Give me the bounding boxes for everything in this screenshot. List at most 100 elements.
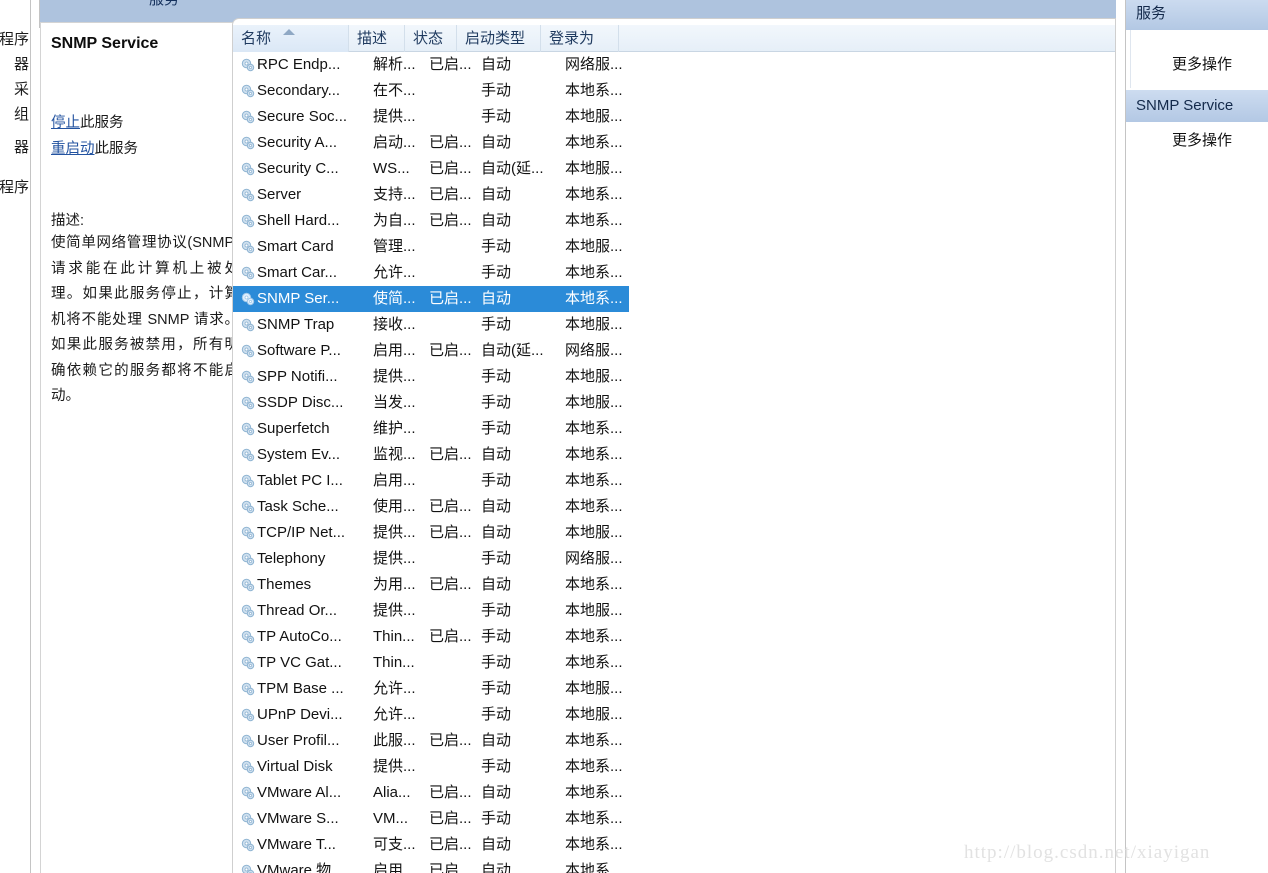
- table-row[interactable]: SNMP Trap 接收... 手动 本地服...: [233, 312, 1115, 338]
- table-row[interactable]: SSDP Disc... 当发... 手动 本地服...: [233, 390, 1115, 416]
- service-gear-icon: [241, 838, 255, 852]
- table-row[interactable]: TPM Base ... 允许... 手动 本地服...: [233, 676, 1115, 702]
- table-row[interactable]: Themes 为用... 已启... 自动 本地系...: [233, 572, 1115, 598]
- table-row[interactable]: TP AutoCo... Thin... 已启... 手动 本地系...: [233, 624, 1115, 650]
- service-detail-title: SNMP Service: [51, 35, 159, 52]
- cell-description: 提供...: [373, 550, 416, 567]
- table-row[interactable]: Smart Car... 允许... 手动 本地系...: [233, 260, 1115, 286]
- services-list-view[interactable]: 名称 描述 状态 启动类型 登录为 RPC Endp... 解析... 已启... 自…: [232, 18, 1116, 873]
- column-header-log-on-as[interactable]: 登录为: [541, 25, 619, 52]
- more-actions-snmp-service[interactable]: 更多操作: [1126, 126, 1268, 156]
- cell-log-on-as: 网络服...: [565, 550, 623, 567]
- table-row[interactable]: Software P... 启用... 已启... 自动(延... 网络服...: [233, 338, 1115, 364]
- table-row[interactable]: SPP Notifi... 提供... 手动 本地服...: [233, 364, 1115, 390]
- cell-description: Alia...: [373, 784, 411, 801]
- tree-node-fragment[interactable]: 采: [14, 82, 29, 97]
- cell-log-on-as: 本地系...: [565, 446, 623, 463]
- tree-node-fragment[interactable]: 程序: [0, 180, 29, 195]
- cell-startup-type: 手动: [481, 108, 512, 125]
- cell-name: VMware T...: [257, 836, 336, 853]
- tree-node-fragment[interactable]: 器: [14, 140, 29, 155]
- table-row[interactable]: Security A... 启动... 已启... 自动 本地系...: [233, 130, 1115, 156]
- table-row[interactable]: Tablet PC I... 启用... 手动 本地系...: [233, 468, 1115, 494]
- cell-status: 已启...: [429, 836, 472, 853]
- cell-status: 已启...: [429, 628, 472, 645]
- cell-name: Superfetch: [257, 420, 330, 437]
- column-header-startup-type[interactable]: 启动类型: [457, 25, 541, 52]
- cell-description: 启用...: [373, 472, 416, 489]
- table-row[interactable]: Shell Hard... 为自... 已启... 自动 本地系...: [233, 208, 1115, 234]
- cell-log-on-as: 本地服...: [565, 706, 623, 723]
- table-row[interactable]: TP VC Gat... Thin... 手动 本地系...: [233, 650, 1115, 676]
- cell-name: SSDP Disc...: [257, 394, 344, 411]
- table-row[interactable]: TCP/IP Net... 提供... 已启... 自动 本地服...: [233, 520, 1115, 546]
- column-header-description[interactable]: 描述: [349, 25, 405, 52]
- more-actions-services[interactable]: 更多操作: [1126, 50, 1268, 80]
- service-gear-icon: [241, 604, 255, 618]
- console-tree-strip[interactable]: 程序 器 采 组 器 程序: [0, 0, 31, 873]
- cell-name: Security C...: [257, 160, 339, 177]
- description-label: 描述:: [51, 213, 85, 229]
- cell-log-on-as: 本地系...: [565, 810, 623, 827]
- cell-status: 已启...: [429, 810, 472, 827]
- table-row[interactable]: RPC Endp... 解析... 已启... 自动 网络服...: [233, 52, 1115, 78]
- table-row[interactable]: Server 支持... 已启... 自动 本地系...: [233, 182, 1115, 208]
- cell-log-on-as: 本地系...: [565, 576, 623, 593]
- table-row[interactable]: VMware 物... 启用... 已启... 自动 本地系...: [233, 858, 1115, 873]
- cell-startup-type: 手动: [481, 654, 512, 671]
- cell-log-on-as: 本地服...: [565, 524, 623, 541]
- service-gear-icon: [241, 162, 255, 176]
- column-header-status[interactable]: 状态: [405, 25, 457, 52]
- table-row-selected[interactable]: SNMP Ser... 使简... 已启... 自动 本地系...: [233, 286, 629, 312]
- cell-startup-type: 手动: [481, 368, 512, 385]
- console-main-area: 服务 SNMP Service 停止此服务 重启动此服务 描述: 使简单网络管理…: [31, 0, 1116, 873]
- table-row[interactable]: Smart Card 管理... 手动 本地服...: [233, 234, 1115, 260]
- table-row[interactable]: User Profil... 此服... 已启... 自动 本地系...: [233, 728, 1115, 754]
- services-tab-label[interactable]: 服务: [149, 0, 179, 9]
- tree-node-fragment[interactable]: 组: [14, 107, 29, 122]
- service-gear-icon: [241, 214, 255, 228]
- table-row[interactable]: VMware T... 可支... 已启... 自动 本地系...: [233, 832, 1115, 858]
- table-row[interactable]: Secure Soc... 提供... 手动 本地服...: [233, 104, 1115, 130]
- table-row[interactable]: Superfetch 维护... 手动 本地系...: [233, 416, 1115, 442]
- cell-description: 提供...: [373, 368, 416, 385]
- cell-description: 此服...: [373, 732, 416, 749]
- table-row[interactable]: Thread Or... 提供... 手动 本地服...: [233, 598, 1115, 624]
- table-row[interactable]: Secondary... 在不... 手动 本地系...: [233, 78, 1115, 104]
- cell-log-on-as: 本地系...: [565, 290, 623, 307]
- table-row[interactable]: System Ev... 监视... 已启... 自动 本地系...: [233, 442, 1115, 468]
- table-row[interactable]: Task Sche... 使用... 已启... 自动 本地系...: [233, 494, 1115, 520]
- table-row[interactable]: UPnP Devi... 允许... 手动 本地服...: [233, 702, 1115, 728]
- stop-link[interactable]: 停止: [51, 115, 80, 131]
- actions-group-snmp-service[interactable]: SNMP Service: [1126, 90, 1268, 122]
- cell-description: 提供...: [373, 758, 416, 775]
- table-row[interactable]: Virtual Disk 提供... 手动 本地系...: [233, 754, 1115, 780]
- restart-service-action[interactable]: 重启动此服务: [51, 137, 138, 158]
- service-gear-icon: [241, 578, 255, 592]
- stop-service-action[interactable]: 停止此服务: [51, 111, 124, 132]
- service-gear-icon: [241, 812, 255, 826]
- restart-link[interactable]: 重启动: [51, 141, 95, 157]
- actions-pane: 操作 服务 更多操作 SNMP Service 更多操作: [1125, 0, 1268, 873]
- tree-node-fragment[interactable]: 程序: [0, 32, 29, 47]
- table-row[interactable]: VMware Al... Alia... 已启... 自动 本地系...: [233, 780, 1115, 806]
- services-list-body[interactable]: RPC Endp... 解析... 已启... 自动 网络服... Secondary..…: [233, 52, 1115, 873]
- cell-description: 接收...: [373, 316, 416, 333]
- cell-status: 已启...: [429, 160, 472, 177]
- table-row[interactable]: Telephony 提供... 手动 网络服...: [233, 546, 1115, 572]
- column-header-name[interactable]: 名称: [233, 25, 349, 52]
- cell-name: Thread Or...: [257, 602, 338, 619]
- cell-log-on-as: 本地系...: [565, 758, 623, 775]
- cell-name: VMware Al...: [257, 784, 342, 801]
- actions-group-services[interactable]: 服务: [1126, 0, 1268, 30]
- table-row[interactable]: VMware S... VM... 已启... 手动 本地系...: [233, 806, 1115, 832]
- cell-status: 已启...: [429, 498, 472, 515]
- cell-name: TP VC Gat...: [257, 654, 342, 671]
- table-row[interactable]: Security C... WS... 已启... 自动(延... 本地服...: [233, 156, 1115, 182]
- ascending-sort-arrow-icon: [283, 29, 295, 35]
- cell-name: Security A...: [257, 134, 338, 151]
- tree-node-fragment[interactable]: 器: [14, 57, 29, 72]
- cell-description: WS...: [373, 160, 410, 177]
- cell-status: 已启...: [429, 784, 472, 801]
- list-header-row: 名称 描述 状态 启动类型 登录为: [233, 25, 1115, 52]
